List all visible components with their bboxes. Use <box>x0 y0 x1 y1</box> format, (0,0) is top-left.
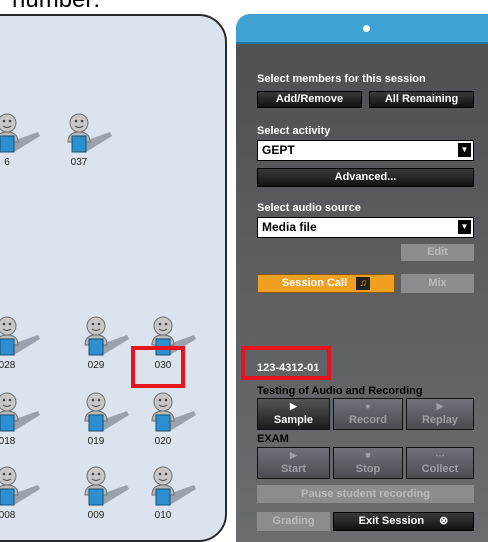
student-avatar-icon <box>79 315 131 361</box>
grading-button[interactable]: Grading <box>257 512 330 531</box>
student-seat[interactable]: 019 <box>79 391 131 455</box>
student-seat[interactable]: 008 <box>0 465 42 529</box>
student-number: 019 <box>87 436 105 447</box>
student-avatar-icon <box>0 315 42 361</box>
all-remaining-button[interactable]: All Remaining <box>369 91 474 108</box>
pause-recording-button[interactable]: Pause student recording <box>257 485 474 503</box>
highlight-box-student <box>131 346 185 388</box>
student-number: 008 <box>0 510 16 521</box>
record-icon: ● <box>365 401 371 411</box>
student-number: 028 <box>0 360 16 371</box>
session-call-label: Session Call <box>281 277 348 289</box>
add-remove-button[interactable]: Add/Remove <box>257 91 362 108</box>
members-label: Select members for this session <box>257 73 426 85</box>
dropdown-arrow-icon: ▼ <box>458 143 471 157</box>
audio-source-value: Media file <box>262 220 317 234</box>
close-circle-icon: ⊗ <box>439 515 449 527</box>
student-seat[interactable]: 029 <box>79 315 131 379</box>
student-number: 009 <box>87 510 105 521</box>
audio-source-label: Select audio source <box>257 202 361 214</box>
advanced-button[interactable]: Advanced... <box>257 168 474 187</box>
student-number: 010 <box>154 510 172 521</box>
student-seat[interactable]: 009 <box>79 465 131 529</box>
activity-label: Select activity <box>257 125 331 137</box>
edit-button[interactable]: Edit <box>401 244 474 261</box>
student-seat[interactable]: 018 <box>0 391 42 455</box>
student-avatar-icon <box>79 391 131 437</box>
student-seat[interactable]: 028 <box>0 315 42 379</box>
stop-button[interactable]: ■ Stop <box>333 447 403 479</box>
stop-icon: ■ <box>365 450 371 460</box>
student-seat[interactable]: 010 <box>146 465 198 529</box>
activity-value: GEPT <box>262 143 295 157</box>
start-label: Start <box>280 463 307 475</box>
replay-button[interactable]: ▶ Replay <box>406 398 474 430</box>
sample-button[interactable]: ▶ Sample <box>257 398 330 430</box>
student-avatar-icon <box>146 465 198 511</box>
control-panel: Select members for this session Add/Remo… <box>236 14 488 542</box>
record-label: Record <box>349 414 387 426</box>
student-number: 020 <box>154 436 172 447</box>
play-icon: ▶ <box>290 450 297 460</box>
start-button[interactable]: ▶ Start <box>257 447 330 479</box>
student-avatar-icon <box>146 391 198 437</box>
collect-icon: ⋯ <box>435 450 445 460</box>
student-avatar-icon <box>0 112 42 158</box>
session-call-button[interactable]: Session Call ♫ <box>257 274 395 293</box>
mix-button[interactable]: Mix <box>401 274 474 293</box>
student-avatar-icon <box>0 391 42 437</box>
record-button[interactable]: ● Record <box>333 398 403 430</box>
exit-session-button[interactable]: Exit Session ⊗ <box>333 512 474 531</box>
caption-text: number: <box>12 0 100 14</box>
student-seat[interactable]: 020 <box>146 391 198 455</box>
header-dot-icon <box>363 25 370 32</box>
student-avatar-icon <box>62 112 114 158</box>
student-number: 6 <box>4 157 10 168</box>
exam-label: EXAM <box>257 433 289 445</box>
seating-area <box>0 14 227 542</box>
exit-session-label: Exit Session <box>358 515 425 527</box>
testing-label: Testing of Audio and Recording <box>257 385 423 397</box>
student-seat[interactable]: 6 <box>0 112 42 176</box>
collect-button[interactable]: ⋯ Collect <box>406 447 474 479</box>
sample-label: Sample <box>273 414 314 426</box>
music-note-icon: ♫ <box>356 277 371 290</box>
audio-source-dropdown[interactable]: Media file ▼ <box>257 217 474 238</box>
activity-dropdown[interactable]: GEPT ▼ <box>257 140 474 161</box>
collect-label: Collect <box>421 463 459 475</box>
play-icon: ▶ <box>436 401 444 411</box>
panel-header <box>236 14 488 44</box>
student-seat[interactable]: 037 <box>62 112 114 176</box>
student-avatar-icon <box>79 465 131 511</box>
stop-label: Stop <box>355 463 381 475</box>
student-avatar-icon <box>0 465 42 511</box>
play-icon: ▶ <box>290 401 297 411</box>
replay-label: Replay <box>421 414 459 426</box>
student-number: 029 <box>87 360 105 371</box>
dropdown-arrow-icon: ▼ <box>458 220 471 234</box>
student-number: 037 <box>70 157 88 168</box>
highlight-box-session-id <box>241 346 331 380</box>
student-number: 018 <box>0 436 16 447</box>
